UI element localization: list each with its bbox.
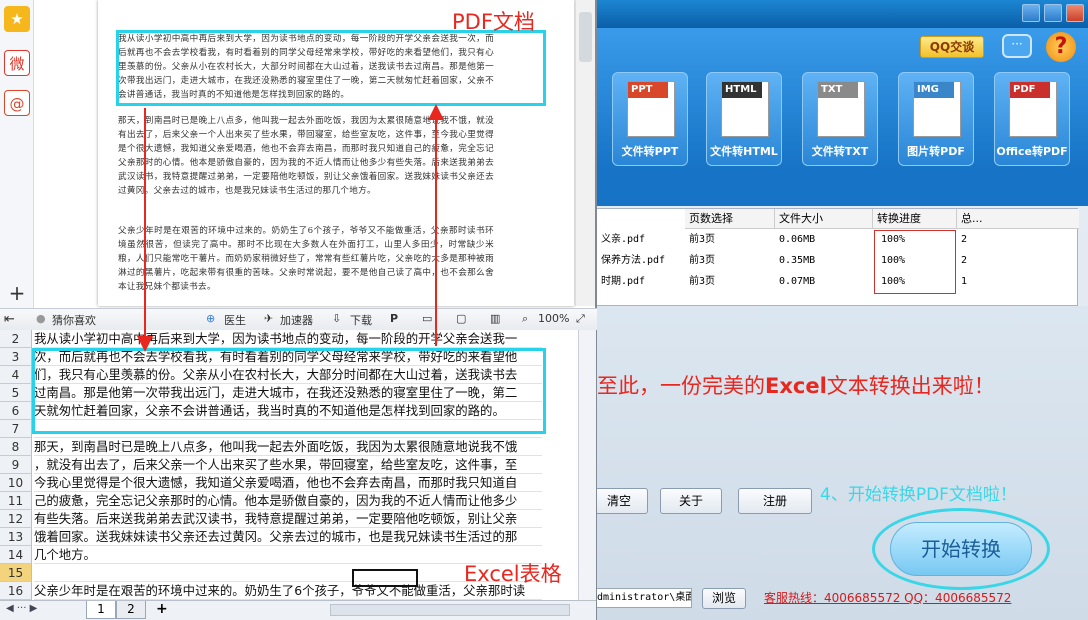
annotation-arrows [137, 104, 444, 352]
